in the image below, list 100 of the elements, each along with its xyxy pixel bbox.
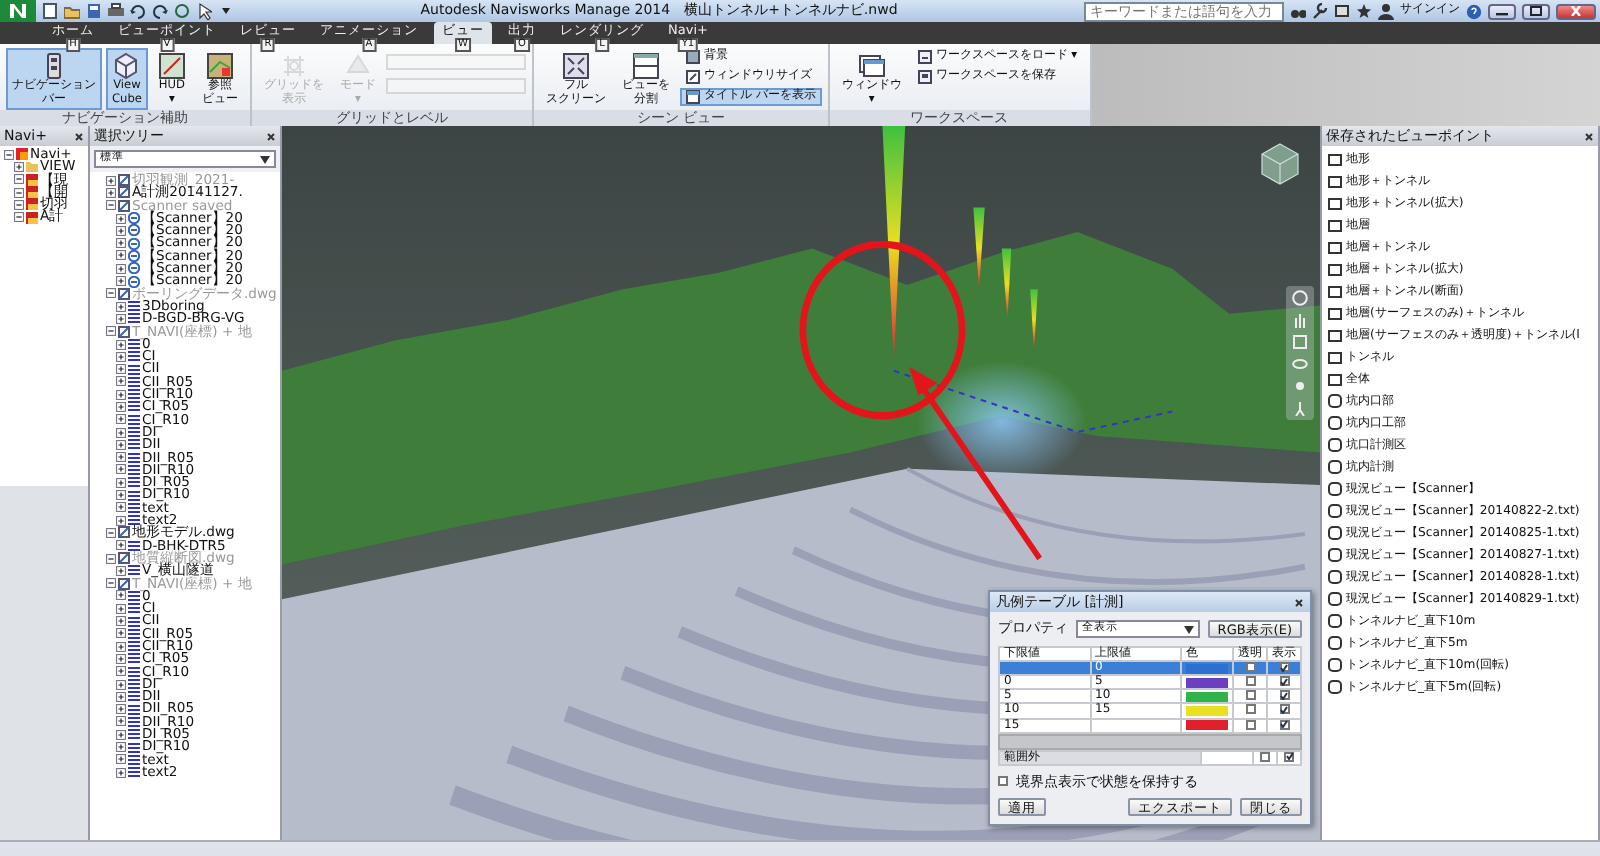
expand-icon[interactable] [116, 477, 126, 488]
expand-icon[interactable] [116, 754, 126, 765]
checkbox[interactable] [1279, 704, 1289, 715]
expand-icon[interactable] [116, 679, 126, 690]
app-logo-icon[interactable] [0, 0, 36, 22]
star-icon[interactable] [1356, 2, 1372, 20]
color-swatch[interactable] [1186, 663, 1228, 674]
close-button[interactable] [1556, 3, 1596, 19]
expand-icon[interactable] [116, 389, 126, 400]
checkbox[interactable] [1279, 676, 1289, 687]
checkbox[interactable] [1260, 751, 1270, 762]
close-icon[interactable] [74, 131, 84, 141]
expand-icon[interactable] [106, 187, 116, 198]
expand-icon[interactable] [116, 225, 126, 236]
expand-icon[interactable] [116, 427, 126, 438]
pan-hand-icon[interactable] [1292, 312, 1308, 328]
wrench-icon[interactable] [1312, 2, 1328, 20]
expand-icon[interactable] [116, 238, 126, 249]
zoom-icon[interactable] [1292, 334, 1308, 350]
expand-icon[interactable] [116, 603, 126, 614]
expand-icon[interactable] [116, 767, 126, 778]
open-folder-icon[interactable] [64, 2, 80, 20]
expand-icon[interactable] [116, 666, 126, 677]
expand-icon[interactable] [116, 414, 126, 425]
expand-icon[interactable] [116, 263, 126, 274]
maximize-button[interactable] [1522, 3, 1550, 19]
color-swatch[interactable] [1186, 691, 1228, 702]
expand-icon[interactable] [116, 691, 126, 702]
expand-icon[interactable] [116, 213, 126, 224]
expand-icon[interactable] [116, 464, 126, 475]
collapse-icon[interactable] [14, 174, 24, 185]
close-icon[interactable] [1294, 597, 1304, 607]
file-icon [118, 577, 130, 590]
expand-icon[interactable] [116, 490, 126, 501]
expand-icon[interactable] [116, 276, 126, 287]
checkbox[interactable] [1245, 662, 1255, 672]
save-icon[interactable] [86, 2, 102, 20]
expand-icon[interactable] [116, 339, 126, 349]
collapse-icon[interactable] [106, 288, 116, 299]
checkbox[interactable] [1279, 662, 1289, 672]
print-icon[interactable] [108, 2, 124, 20]
expand-icon[interactable] [116, 439, 126, 450]
color-swatch[interactable] [1186, 705, 1228, 716]
expand-icon[interactable] [116, 313, 126, 324]
collapse-icon[interactable] [106, 553, 116, 564]
expand-icon[interactable] [116, 653, 126, 664]
expand-icon[interactable] [116, 301, 126, 312]
expand-icon[interactable] [116, 628, 126, 639]
expand-icon[interactable] [116, 401, 126, 412]
close-icon[interactable] [1584, 131, 1594, 141]
expand-icon[interactable] [116, 641, 126, 652]
checkbox[interactable] [1245, 676, 1255, 687]
color-swatch[interactable] [1186, 677, 1228, 688]
expand-icon[interactable] [14, 161, 24, 172]
orbit-icon[interactable] [1292, 356, 1308, 372]
undo-icon[interactable] [130, 2, 146, 20]
look-icon[interactable] [1292, 378, 1308, 394]
collapse-icon[interactable] [14, 187, 24, 198]
help-icon[interactable] [1466, 3, 1482, 19]
collapse-icon[interactable] [106, 200, 116, 211]
expand-icon[interactable] [116, 502, 126, 513]
expand-icon[interactable] [106, 175, 116, 186]
color-swatch[interactable] [1186, 720, 1228, 731]
checkbox[interactable] [1245, 704, 1255, 715]
expand-icon[interactable] [116, 515, 126, 526]
collapse-icon[interactable] [14, 199, 24, 210]
expand-icon[interactable] [116, 452, 126, 463]
expand-icon[interactable] [116, 376, 126, 387]
expand-icon[interactable] [116, 351, 126, 362]
expand-icon[interactable] [116, 616, 126, 627]
view-cube-icon[interactable] [1260, 142, 1300, 186]
new-file-icon[interactable] [42, 2, 58, 20]
collapse-icon[interactable] [106, 527, 116, 538]
cursor-icon[interactable] [196, 2, 212, 20]
file-icon [118, 552, 130, 565]
redo-icon[interactable] [152, 2, 168, 20]
minimize-button[interactable] [1488, 3, 1516, 19]
user-icon[interactable] [1378, 2, 1394, 20]
caret-icon [1183, 625, 1194, 633]
collapse-icon[interactable] [14, 212, 24, 223]
expand-icon[interactable] [116, 742, 126, 752]
checkbox[interactable] [1245, 719, 1255, 730]
layer-icon [128, 539, 140, 552]
expand-icon[interactable] [116, 704, 126, 715]
expand-icon[interactable] [116, 565, 126, 576]
checkbox[interactable] [1245, 690, 1255, 701]
expand-icon[interactable] [116, 250, 126, 261]
checkbox[interactable] [1284, 751, 1294, 762]
checkbox[interactable] [1279, 690, 1289, 701]
close-icon[interactable] [266, 131, 276, 141]
collapse-icon[interactable] [4, 149, 14, 160]
expand-icon[interactable] [116, 364, 126, 375]
expand-icon[interactable] [116, 540, 126, 551]
checkbox[interactable] [998, 776, 1008, 787]
collapse-icon[interactable] [106, 578, 116, 589]
checkbox[interactable] [1279, 719, 1289, 730]
expand-icon[interactable] [116, 590, 126, 601]
collapse-icon[interactable] [106, 326, 116, 337]
expand-icon[interactable] [116, 729, 126, 740]
expand-icon[interactable] [116, 716, 126, 727]
